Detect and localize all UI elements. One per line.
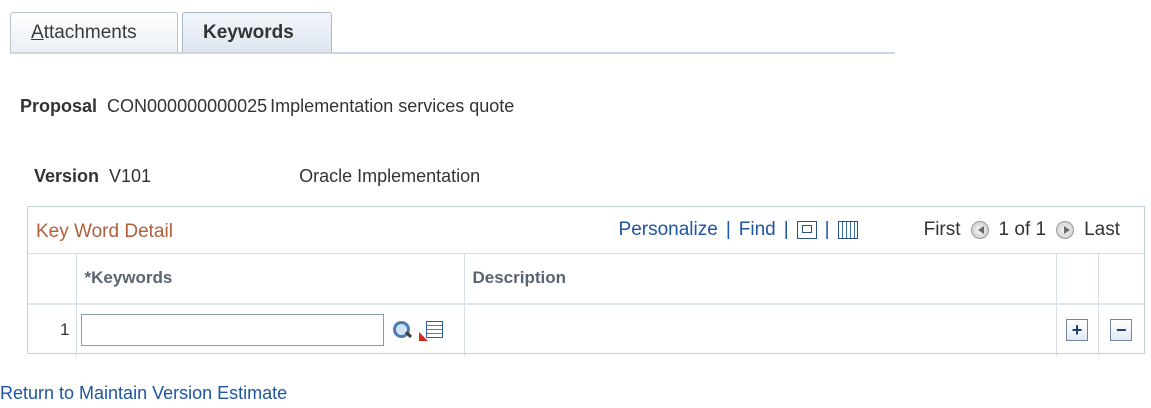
tab-bar: Attachments Keywords [10, 12, 895, 54]
previous-arrow-icon[interactable] [970, 221, 989, 239]
delete-column-header [1098, 253, 1144, 304]
zoom-grid-icon[interactable] [796, 221, 817, 239]
tab-attachments-label: Attachments [31, 21, 137, 43]
tab-keywords-label: Keywords [203, 21, 294, 43]
separator: | [725, 219, 731, 240]
first-label: First [923, 219, 961, 240]
row-count: 1 of 1 [998, 219, 1047, 240]
separator: | [783, 219, 789, 240]
return-link[interactable]: Return to Maintain Version Estimate [0, 383, 287, 404]
description-cell [464, 302, 1057, 356]
keyword-input[interactable] [80, 314, 384, 346]
table-header-row: *Keywords Description [28, 253, 1144, 304]
keywords-header: *Keywords [76, 253, 465, 304]
version-row: Version V101 Oracle Implementation [34, 166, 480, 187]
download-spreadsheet-icon[interactable] [837, 221, 858, 239]
keyword-table: *Keywords Description 1 + − [28, 253, 1144, 356]
delete-cell: − [1098, 302, 1144, 356]
grid-title: Key Word Detail [36, 221, 173, 242]
lookup-magnifier-icon[interactable] [392, 320, 412, 340]
add-cell: + [1056, 302, 1099, 356]
keyword-cell [76, 302, 465, 356]
version-id: V101 [109, 166, 152, 186]
version-label: Version [34, 166, 100, 186]
grid-navigation: Personalize | Find | | First 1 of 1 Last [619, 219, 1126, 241]
proposal-row: Proposal CON000000000025 Implementation … [20, 96, 514, 117]
proposal-id: CON000000000025 [107, 96, 268, 116]
last-label: Last [1084, 219, 1120, 240]
tab-keywords[interactable]: Keywords [182, 12, 332, 52]
proposal-description: Implementation services quote [270, 96, 515, 116]
grid-header: Key Word Detail Personalize | Find | | F… [28, 207, 1144, 253]
tab-divider [10, 52, 895, 54]
proposal-label: Proposal [20, 96, 98, 116]
prompt-list-icon[interactable] [418, 319, 443, 341]
row-number: 1 [28, 302, 77, 356]
find-link[interactable]: Find [739, 219, 776, 241]
version-description: Oracle Implementation [299, 166, 481, 186]
description-header: Description [464, 253, 1057, 304]
tab-attachments[interactable]: Attachments [10, 12, 178, 52]
row-number-header [28, 253, 77, 304]
next-arrow-icon[interactable] [1056, 221, 1075, 239]
separator: | [824, 219, 830, 240]
table-row: 1 + − [28, 302, 1144, 356]
delete-row-button[interactable]: − [1110, 319, 1133, 341]
add-row-button[interactable]: + [1066, 319, 1088, 341]
add-column-header [1056, 253, 1099, 304]
personalize-link[interactable]: Personalize [619, 219, 718, 241]
keyword-grid: Key Word Detail Personalize | Find | | F… [27, 206, 1145, 356]
